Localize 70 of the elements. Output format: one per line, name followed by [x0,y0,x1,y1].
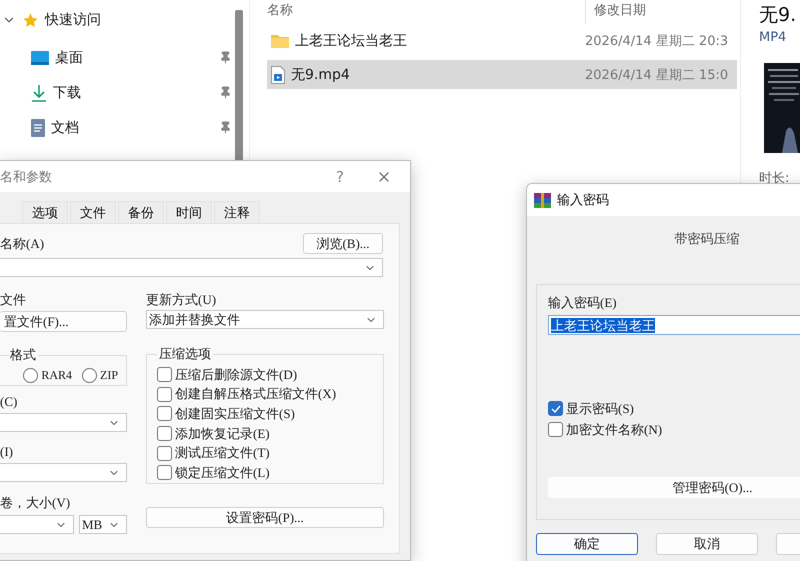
preview-type: MP4 [759,30,788,45]
tab[interactable]: 时间 [166,201,212,223]
checkbox-label[interactable]: 创建自解压格式压缩文件(X) [175,385,336,404]
file-row[interactable]: 无9.mp4 2026/4/14 星期二 15:0 [267,60,737,89]
tab[interactable]: 注释 [214,201,260,223]
field-label: (I) [0,444,14,460]
update-mode-combo[interactable]: 添加并替换文件 [146,310,384,329]
radio-button[interactable] [82,368,97,383]
checkbox[interactable] [548,422,563,437]
folder-icon [271,34,289,48]
checkbox[interactable] [548,401,563,416]
tab[interactable]: 文件 [70,201,116,223]
group-label: 格式 [10,346,37,364]
document-icon [31,118,45,136]
file-date: 2026/4/14 星期二 20:3 [585,32,728,50]
field-label: 更新方式(U) [146,291,218,309]
radio-label[interactable]: ZIP [100,368,118,383]
window-title: 输入密码 [557,192,609,209]
radio-button[interactable] [23,368,38,383]
radio-label[interactable]: RAR4 [41,368,72,383]
video-file-icon [271,66,285,84]
nav-item[interactable]: 桌面 [55,48,219,66]
duration-label: 时长: [759,170,790,187]
tab[interactable]: 备份 [118,201,164,223]
archive-books-icon [534,192,551,208]
check-icon [550,404,560,412]
browse-button[interactable]: 浏览(B)... [303,233,383,254]
file-row[interactable]: 上老王论坛当老王 2026/4/14 星期二 20:3 [267,26,737,55]
dialog-button[interactable]: 确定 [536,533,638,555]
nav-header[interactable]: 快速访问 [45,11,249,29]
field-label: 输入密码(E) [548,294,618,312]
password-input[interactable]: 上老王论坛当老王 [548,315,800,335]
file-date: 2026/4/14 星期二 15:0 [585,66,728,84]
file-name: 上老王论坛当老王 [295,32,407,50]
download-icon [31,84,47,102]
desktop-icon [31,50,49,64]
checkbox-label[interactable]: 创建固实压缩文件(S) [175,404,295,423]
preview-title: 无9. [759,3,798,28]
profiles-button[interactable]: 置文件(F)... [0,311,127,332]
checkbox-label[interactable]: 锁定压缩文件(L) [175,464,270,482]
dialog-heading: 带密码压缩 [674,230,740,248]
field-label: 文件 [0,291,27,309]
help-button[interactable]: ? [336,168,376,186]
field-label: 卷，大小(V) [0,494,72,512]
checkbox[interactable] [157,367,172,382]
nav-item[interactable]: 文档 [51,118,219,136]
checkbox-label[interactable]: 测试压缩文件(T) [175,444,270,462]
checkbox[interactable] [157,465,172,480]
tab[interactable]: 选项 [22,201,68,223]
column-header[interactable]: 修改日期 [585,0,735,24]
column-header[interactable]: 名称 [267,0,585,24]
nav-item[interactable]: 下载 [53,84,219,102]
dialog-button[interactable]: 取消 [656,533,758,555]
set-password-button[interactable]: 设置密码(P)... [146,507,384,528]
manage-passwords-button[interactable]: 管理密码(O)... [548,477,800,498]
checkbox-label[interactable]: 加密文件名称(N) [566,420,662,438]
checkbox-label[interactable]: 显示密码(S) [566,400,634,418]
file-name: 无9.mp4 [291,66,350,84]
checkbox[interactable] [157,386,172,402]
window-title: 名和参数 [0,168,52,186]
checkbox[interactable] [157,406,172,422]
checkbox-label[interactable]: 压缩后删除源文件(D) [175,366,298,384]
group-label: 压缩选项 [158,345,212,363]
star-icon [22,12,39,28]
checkbox-label[interactable]: 添加恢复记录(E) [175,424,270,443]
unit-combo[interactable]: MB [79,515,127,534]
field-label: (C) [0,394,18,410]
field-label: 名称(A) [0,234,44,252]
checkbox[interactable] [157,446,172,461]
checkbox[interactable] [157,426,172,442]
